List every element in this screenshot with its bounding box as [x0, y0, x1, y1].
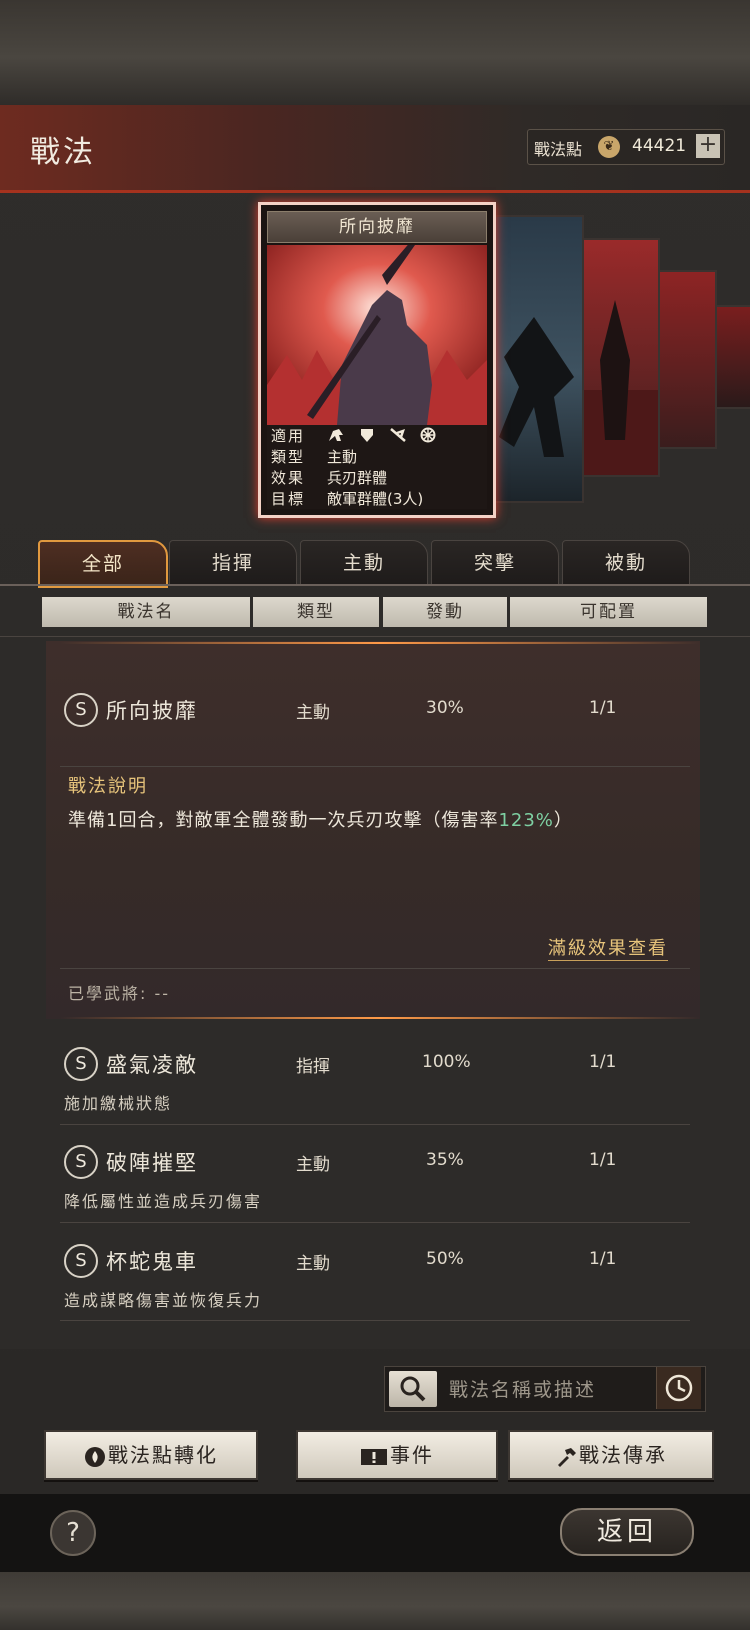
skill-slots: 1/1 [589, 1052, 617, 1072]
inherit-skill-button[interactable]: 戰法傳承 [508, 1430, 714, 1480]
bottom-decoration [0, 1572, 750, 1630]
carousel-card[interactable] [578, 238, 660, 477]
points-label: 戰法點 [534, 140, 583, 159]
description-part: 準備1回合，對敵軍全體發動一次兵刃攻擊（傷害率 [68, 810, 499, 831]
full-level-effect-link[interactable]: 滿級效果查看 [548, 934, 668, 961]
info-key: 類型 [271, 448, 306, 466]
glow-divider [60, 1017, 700, 1019]
skill-name: 盛氣凌敵 [106, 1053, 198, 1077]
info-row-effect: 效果 兵刃群體 [267, 467, 487, 488]
magnifier-icon [400, 1376, 426, 1402]
info-row-applies: 適用 [267, 425, 487, 446]
carousel-card[interactable] [655, 270, 717, 449]
grade-badge: S [64, 1145, 98, 1179]
header-bar: 戰法 戰法點 ❦ 44421 + [0, 105, 750, 193]
bow-icon [389, 427, 406, 442]
convert-points-label: 戰法點轉化 [108, 1443, 218, 1467]
info-row-type: 類型 主動 [267, 446, 487, 467]
search-input[interactable] [447, 1371, 651, 1409]
events-label: 事件 [390, 1443, 434, 1467]
featured-card-title: 所向披靡 [267, 211, 487, 243]
column-header-rate[interactable]: 發動 [383, 597, 507, 627]
description-text: 準備1回合，對敵軍全體發動一次兵刃攻擊（傷害率123%） [68, 806, 573, 832]
skill-name: 所向披靡 [106, 699, 198, 723]
skill-type: 主動 [296, 1254, 330, 1274]
wheel-icon [420, 427, 436, 442]
info-icons [327, 425, 445, 443]
tab-underline [0, 584, 750, 586]
column-header-slots[interactable]: 可配置 [510, 597, 707, 627]
page-title: 戰法 [30, 135, 96, 170]
divider [60, 1222, 690, 1223]
info-value: 敵軍群體(3人) [327, 490, 424, 508]
skill-type: 指揮 [296, 1057, 330, 1077]
tab-active[interactable]: 主動 [300, 540, 428, 586]
divider [60, 968, 690, 969]
skill-name: 杯蛇鬼車 [106, 1250, 198, 1274]
skill-slots: 1/1 [589, 1249, 617, 1269]
tab-all[interactable]: 全部 [38, 540, 168, 588]
grade-badge: S [64, 693, 98, 727]
damage-rate: 123% [498, 810, 554, 831]
skill-rate: 50% [426, 1249, 464, 1269]
clock-icon [665, 1374, 693, 1402]
points-value: 44421 [632, 136, 687, 156]
points-display: 戰法點 ❦ 44421 + [527, 129, 725, 165]
hammer-icon [558, 1447, 576, 1467]
featured-card-info: 適用 類型 主動 效果 兵刃群體 目標 敵軍群體(3人) [267, 425, 487, 509]
event-alert-icon [361, 1448, 387, 1465]
skill-slots: 1/1 [589, 1150, 617, 1170]
carousel-card[interactable] [715, 305, 750, 409]
tab-command[interactable]: 指揮 [169, 540, 297, 586]
flame-coin-icon [85, 1446, 105, 1467]
search-button[interactable] [389, 1371, 437, 1407]
skill-rate: 100% [422, 1052, 471, 1072]
convert-points-button[interactable]: 戰法點轉化 [44, 1430, 258, 1480]
tab-passive[interactable]: 被動 [562, 540, 690, 586]
events-button[interactable]: 事件 [296, 1430, 498, 1480]
info-key: 適用 [271, 427, 306, 445]
glow-divider [60, 642, 700, 644]
tab-assault[interactable]: 突擊 [431, 540, 559, 586]
skill-summary: 降低屬性並造成兵刃傷害 [64, 1192, 263, 1211]
skill-rate: 35% [426, 1150, 464, 1170]
column-header-type[interactable]: 類型 [253, 597, 379, 627]
search-box [384, 1366, 706, 1412]
top-decoration [0, 0, 750, 105]
help-button[interactable]: ? [50, 1510, 96, 1556]
back-button[interactable]: 返回 [560, 1508, 694, 1556]
skill-summary: 造成謀略傷害並恢復兵力 [64, 1291, 263, 1310]
info-row-target: 目標 敵軍群體(3人) [267, 488, 487, 509]
carousel-card-art [499, 317, 574, 457]
column-header-name[interactable]: 戰法名 [42, 597, 250, 627]
skill-type: 主動 [296, 1155, 330, 1175]
featured-card-art [267, 245, 487, 425]
divider [60, 1124, 690, 1125]
info-value: 主動 [327, 448, 358, 466]
divider [60, 1320, 690, 1321]
divider [60, 766, 690, 767]
featured-skill-card[interactable]: 所向披靡 適用 類型 主動 效果 兵刃群體 目標 敵軍群體(3人) [258, 202, 496, 518]
info-key: 效果 [271, 469, 306, 487]
description-title: 戰法說明 [68, 776, 148, 797]
grade-badge: S [64, 1244, 98, 1278]
info-value: 兵刃群體 [327, 469, 388, 487]
skill-summary: 施加繳械狀態 [64, 1094, 173, 1113]
grade-badge: S [64, 1047, 98, 1081]
feather-coin-icon: ❦ [598, 136, 620, 158]
skill-type: 主動 [296, 703, 330, 723]
history-button[interactable] [656, 1367, 701, 1409]
skill-name: 破陣摧堅 [106, 1151, 198, 1175]
carousel-card-art [580, 300, 658, 475]
inherit-skill-label: 戰法傳承 [579, 1443, 667, 1467]
carousel-card[interactable] [492, 215, 584, 503]
learned-generals: 已學武將: -- [68, 984, 171, 1003]
skill-slots: 1/1 [589, 698, 617, 718]
cavalry-icon [329, 428, 343, 441]
description-part: ） [553, 810, 573, 831]
shield-icon [360, 428, 373, 442]
add-points-button[interactable]: + [696, 134, 720, 158]
info-key: 目標 [271, 490, 306, 508]
skill-rate: 30% [426, 698, 464, 718]
